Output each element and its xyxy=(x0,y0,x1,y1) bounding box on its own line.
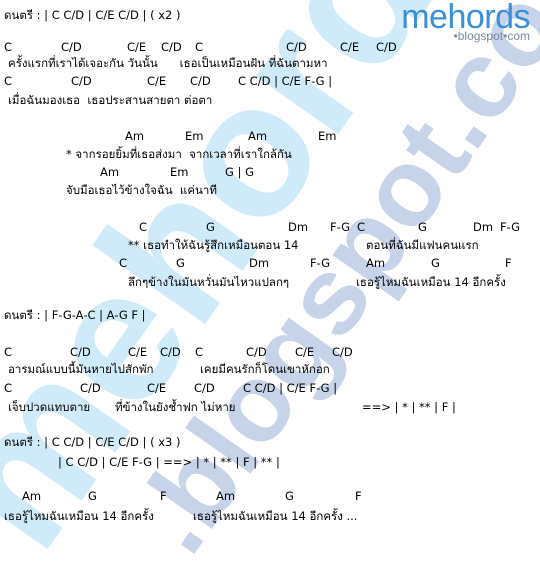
lyric: เคยมีคนรักก็โดนเขาหักอก xyxy=(200,362,330,376)
chord: G | G xyxy=(225,165,255,179)
chord: C/D xyxy=(190,74,211,88)
chord: G xyxy=(431,256,440,270)
chord: C/D xyxy=(332,345,353,359)
chord: Dm xyxy=(288,220,309,234)
chord: C C/D | C/E F-G | xyxy=(243,381,338,395)
lyric: เธอรู้ไหมฉันเหมือน 14 อีกครั้ง xyxy=(356,275,506,289)
lyric: * จากรอยยิ้มที่เธอส่งมา จากเวลาที่เราใกล… xyxy=(66,147,292,161)
chord: C xyxy=(4,40,13,54)
chord: G xyxy=(176,256,185,270)
chord: G xyxy=(285,489,294,503)
chord: Am xyxy=(125,129,145,143)
chord: F xyxy=(355,489,362,503)
blog-logo: mehords •blogspot•com xyxy=(401,0,530,42)
lyric: อารมณ์แบบนี้มันหายไปสักพัก xyxy=(8,362,154,376)
chord: C/D xyxy=(71,74,92,88)
lyric: ครั้งแรกที่เราได้เจอะกัน วันนั้น เธอเป็น… xyxy=(8,56,328,70)
chord: C/E xyxy=(127,40,147,54)
chord: C/D xyxy=(246,345,267,359)
lyric: ตอนที่ฉันมีแฟนคนแรก xyxy=(366,238,479,252)
lyric: เธอรู้ไหมฉันเหมือน 14 อีกครั้ง xyxy=(4,509,154,523)
lyric: ** เธอทำให้ฉันรู้สึกเหมือนตอน 14 xyxy=(128,238,299,252)
chord: G xyxy=(88,489,97,503)
chord: Am xyxy=(366,256,386,270)
chord: C/D xyxy=(286,40,307,54)
chord: G xyxy=(206,220,215,234)
lyric: เธอรู้ไหมฉันเหมือน 14 อีกครั้ง ... xyxy=(193,509,358,523)
chord: C/E xyxy=(147,74,167,88)
lyric: ลึกๆข้างในมันหวั่นมันไหวแปลกๆ xyxy=(128,275,290,289)
lyric: ที่ข้างในยังช้ำฟก ไม่หาย xyxy=(115,400,236,414)
intro-line: ดนตรี : | C C/D | C/E C/D | ( x3 ) xyxy=(4,435,181,449)
chord: F-G xyxy=(330,220,351,234)
chord: C/E xyxy=(128,345,148,359)
chord: C xyxy=(4,345,13,359)
chord: C xyxy=(4,74,13,88)
chord: C/D xyxy=(376,40,397,54)
chord: C xyxy=(357,220,366,234)
chord: C/D xyxy=(80,381,101,395)
chord: C/D xyxy=(160,345,181,359)
chord: F xyxy=(505,256,512,270)
chord: C xyxy=(195,345,204,359)
intro-line: ดนตรี : | C C/D | C/E C/D | ( x2 ) xyxy=(4,8,181,22)
chord: C/D xyxy=(70,345,91,359)
lyric: เมื่อฉันมองเธอ เธอประสานสายตา ต่อตา xyxy=(8,93,213,107)
lyric: เจ็บปวดแทบตาย xyxy=(8,400,91,414)
chord: C xyxy=(4,381,13,395)
chord: Em xyxy=(185,129,204,143)
chord: C/D xyxy=(161,40,182,54)
chord: Dm xyxy=(473,220,494,234)
repeat-instruction: ==> | * | ** | F | xyxy=(362,400,456,414)
chord: C C/D | C/E F-G | xyxy=(238,74,333,88)
chord: F xyxy=(160,489,167,503)
chord: Am xyxy=(248,129,268,143)
lyric: จับมือเธอไว้ข้างใจฉัน แค่นาที xyxy=(66,183,217,197)
chord: C/E xyxy=(295,345,315,359)
chord: Dm xyxy=(249,256,270,270)
chord: C/E xyxy=(147,381,167,395)
intro-line: ดนตรี : | F-G-A-C | A-G F | xyxy=(4,308,146,322)
chord: Am xyxy=(216,489,236,503)
chord: C/D xyxy=(61,40,82,54)
chord: F-G xyxy=(310,256,331,270)
chord: C/E xyxy=(340,40,360,54)
chord: Am xyxy=(22,489,42,503)
chord: Am xyxy=(100,165,120,179)
chord: Em xyxy=(318,129,337,143)
chord: G xyxy=(418,220,427,234)
chord: Em xyxy=(170,165,189,179)
chord: C/D xyxy=(194,381,215,395)
intro-line: | C C/D | C/E F-G | ==> | * | ** | F | *… xyxy=(58,455,280,469)
chord: C xyxy=(139,220,148,234)
chord: F-G xyxy=(500,220,521,234)
chord: C xyxy=(195,40,204,54)
chord: C xyxy=(119,256,128,270)
